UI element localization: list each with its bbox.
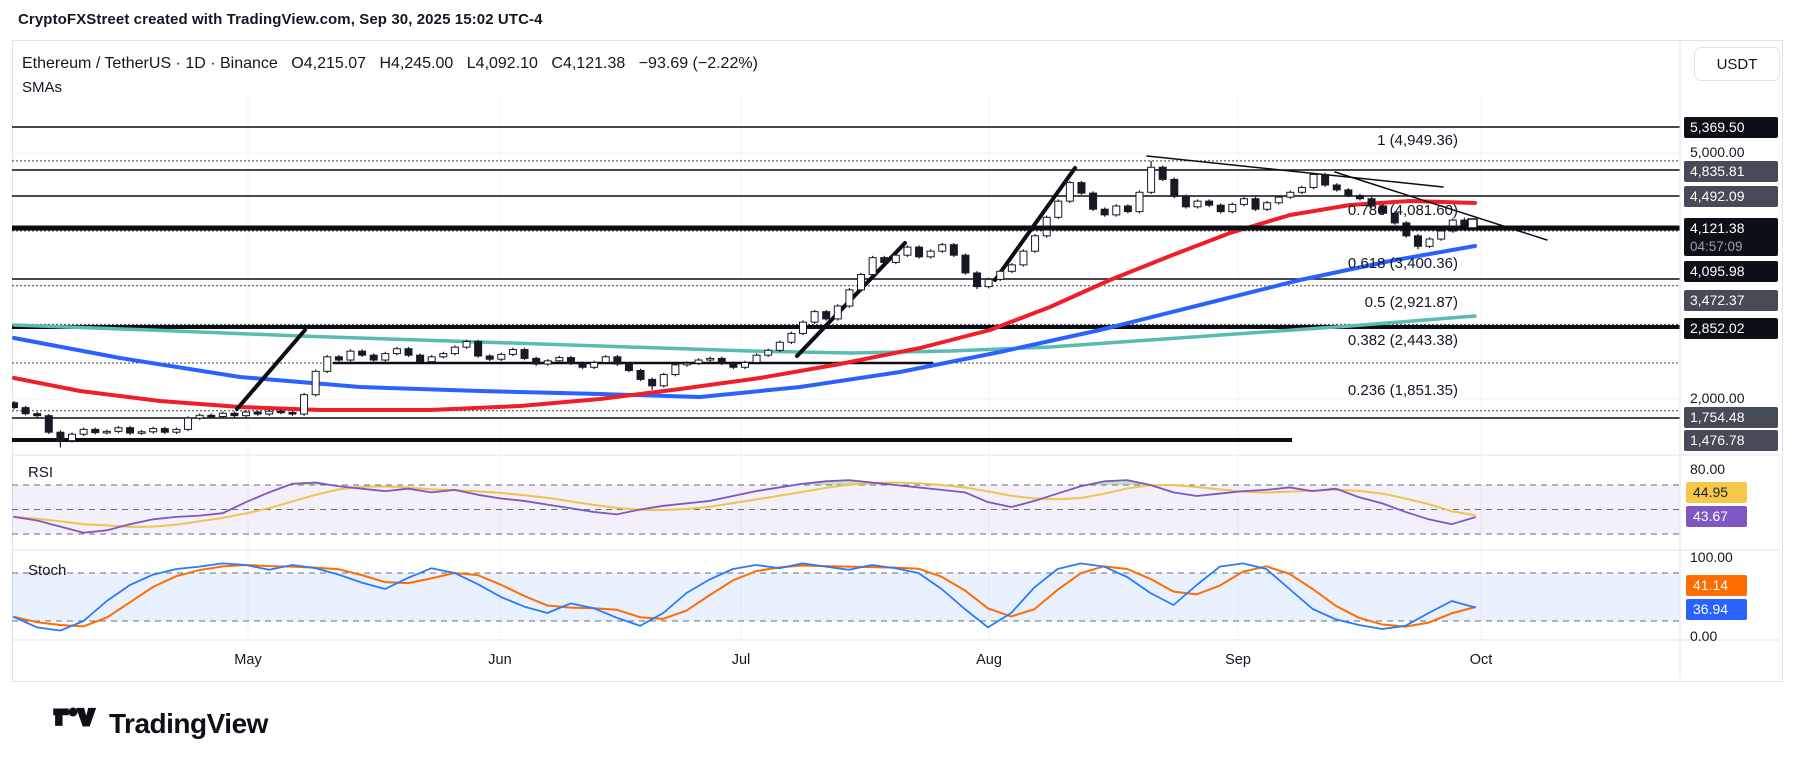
- fib-level-label: 0.786 (4,081.60): [1347, 202, 1458, 219]
- stoch-value-badge: 36.94: [1686, 599, 1747, 620]
- ohlc-high: H4,245.00: [379, 55, 454, 72]
- rsi-pane-label[interactable]: RSI: [28, 464, 53, 481]
- stoch-pane-label[interactable]: Stoch: [28, 562, 66, 579]
- tradingview-logo-icon: [53, 707, 97, 727]
- price-line-badge: 5,369.50: [1684, 117, 1778, 138]
- time-axis-month[interactable]: May: [218, 652, 278, 668]
- price-line-badge: 3,472.37: [1684, 290, 1778, 311]
- fib-level-label: 0.5 (2,921.87): [1364, 294, 1458, 311]
- price-scale-tick[interactable]: 2,000.00: [1690, 390, 1745, 406]
- price-line-badge: 1,476.78: [1684, 430, 1778, 451]
- price-line-badge: 1,754.48: [1684, 407, 1778, 428]
- rsi-scale-tick[interactable]: 80.00: [1690, 461, 1725, 477]
- stoch-scale-tick[interactable]: 0.00: [1690, 628, 1717, 644]
- rsi-value-badge: 43.67: [1686, 506, 1747, 527]
- current-price-value: 4,121.38: [1690, 220, 1745, 236]
- fib-level-label: 0.618 (3,400.36): [1347, 255, 1458, 272]
- price-line-badge: 4,835.81: [1684, 161, 1778, 182]
- ohlc-low: L4,092.10: [466, 55, 538, 72]
- time-axis-month[interactable]: Sep: [1208, 652, 1268, 668]
- smas-indicator-label[interactable]: SMAs: [22, 79, 62, 96]
- ohlc-change: −93.69 (−2.22%): [638, 55, 758, 72]
- symbol-title[interactable]: Ethereum / TetherUS · 1D · Binance: [22, 55, 278, 72]
- fib-level-label: 1 (4,949.36): [1377, 132, 1458, 149]
- stoch-scale-tick[interactable]: 100.00: [1690, 549, 1733, 565]
- currency-toggle-button[interactable]: USDT: [1694, 47, 1780, 81]
- tradingview-logo-text: TradingView: [109, 708, 268, 739]
- time-axis-month[interactable]: Aug: [959, 652, 1019, 668]
- ohlc-open: O4,215.07: [291, 55, 367, 72]
- current-price-badge: 4,121.38 04:57:09: [1684, 218, 1778, 256]
- tradingview-logo[interactable]: TradingView: [52, 706, 268, 742]
- rsi-value-badge: 44.95: [1686, 482, 1747, 503]
- stoch-value-badge: 41.14: [1686, 575, 1747, 596]
- chart-legend[interactable]: Ethereum / TetherUS · 1D · Binance O4,21…: [22, 55, 767, 73]
- price-line-badge: 2,852.02: [1684, 318, 1778, 339]
- time-axis-month[interactable]: Jul: [711, 652, 771, 668]
- price-line-badge: 4,095.98: [1684, 261, 1778, 282]
- fib-level-label: 0.382 (2,443.38): [1347, 332, 1458, 349]
- price-line-badge: 4,492.09: [1684, 186, 1778, 207]
- fib-level-label: 0.236 (1,851.35): [1347, 382, 1458, 399]
- price-scale-tick[interactable]: 5,000.00: [1690, 144, 1745, 160]
- time-axis-month[interactable]: Oct: [1451, 652, 1511, 668]
- bar-countdown-timer: 04:57:09: [1690, 239, 1743, 254]
- ohlc-close: C4,121.38: [551, 55, 626, 72]
- time-axis-month[interactable]: Jun: [470, 652, 530, 668]
